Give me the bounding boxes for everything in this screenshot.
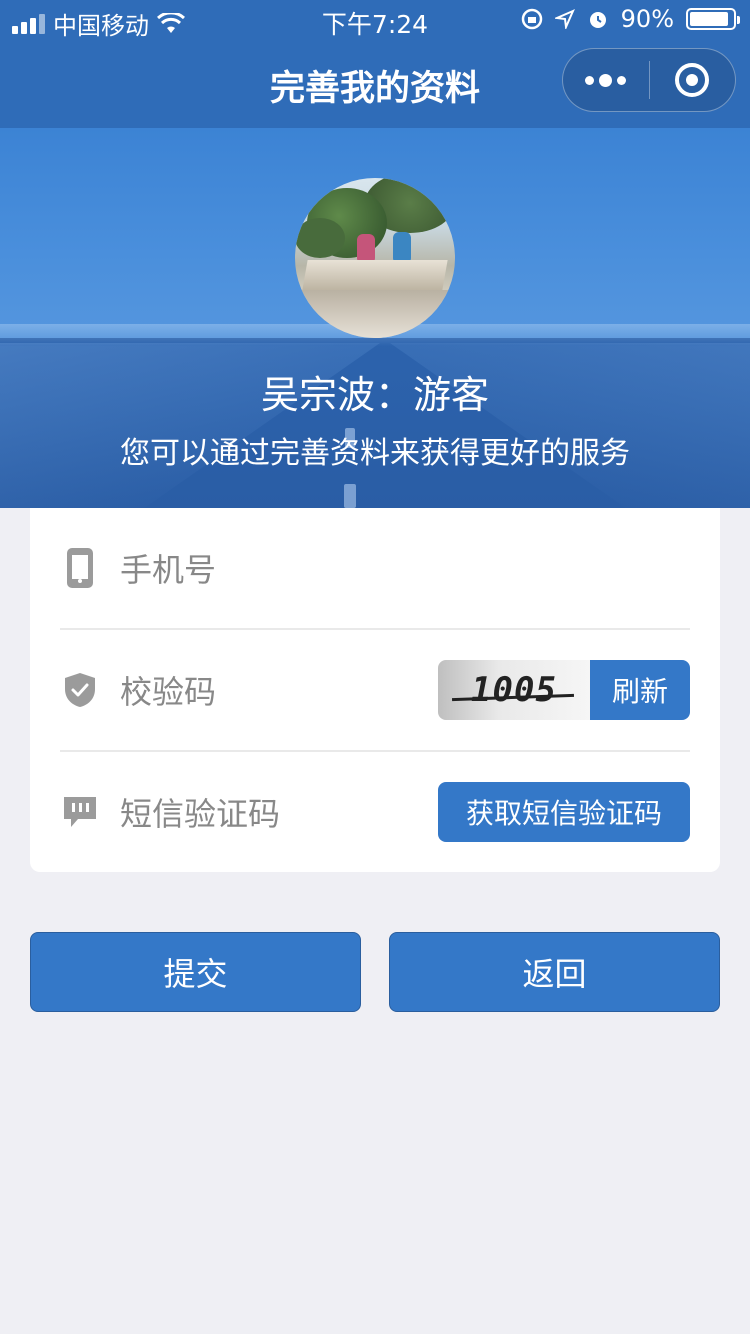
status-right: 90% (521, 5, 740, 33)
more-dots-icon[interactable] (563, 49, 649, 111)
mini-program-capsule (562, 48, 736, 112)
refresh-captcha-button[interactable]: 刷新 (590, 660, 690, 720)
avatar[interactable] (295, 178, 455, 338)
submit-button[interactable]: 提交 (30, 932, 361, 1012)
profile-banner: 吴宗波：游客 您可以通过完善资料来获得更好的服务 (0, 128, 750, 508)
alarm-icon (589, 12, 606, 28)
captcha-text: 1005 (471, 670, 557, 710)
status-bar: 中国移动 下午7:24 90% (0, 0, 750, 40)
battery-icon (686, 8, 740, 30)
sms-code-input[interactable]: 短信验证码 (120, 789, 438, 835)
sms-row: 短信验证码 获取短信验证码 (60, 752, 690, 872)
profile-hint: 您可以通过完善资料来获得更好的服务 (120, 436, 630, 471)
message-icon (60, 790, 100, 834)
rotation-lock-icon (521, 8, 542, 30)
shield-check-icon (60, 668, 100, 712)
target-circle-icon[interactable] (650, 49, 736, 111)
lane-mark (344, 484, 356, 508)
phone-icon (60, 546, 100, 590)
captcha-image[interactable]: 1005 (438, 660, 590, 720)
battery-fill (690, 12, 728, 26)
get-sms-code-button[interactable]: 获取短信验证码 (438, 782, 690, 842)
back-button[interactable]: 返回 (389, 932, 720, 1012)
captcha-input[interactable]: 校验码 (120, 667, 438, 713)
profile-form: 手机号 校验码 1005 刷新 短信验证码 获取短信验证码 (30, 508, 720, 872)
nav-bar: 完善我的资料 (0, 40, 750, 128)
location-arrow-icon (554, 9, 575, 29)
battery-percent: 90% (620, 5, 674, 33)
user-name: 吴宗波：游客 (260, 373, 489, 417)
captcha-row: 校验码 1005 刷新 (60, 630, 690, 750)
phone-input[interactable]: 手机号 (120, 545, 690, 591)
phone-row[interactable]: 手机号 (60, 508, 690, 628)
